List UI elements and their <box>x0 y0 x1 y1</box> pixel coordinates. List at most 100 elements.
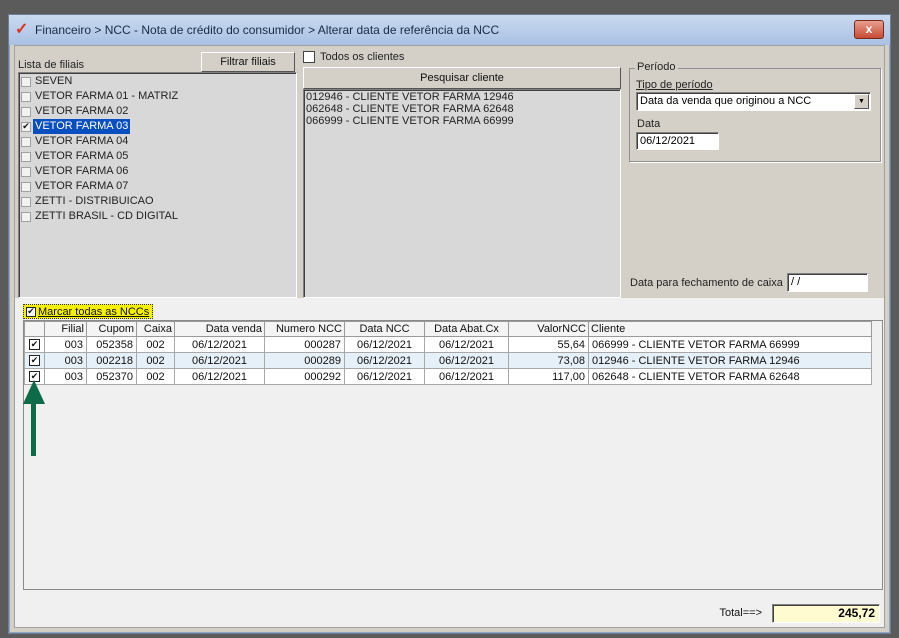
column-header[interactable]: Numero NCC <box>264 321 345 337</box>
data-input[interactable]: 06/12/2021 <box>636 132 719 150</box>
ncc-section: ✔ Marcar todas as NCCs Filial Cupom Caixa D… <box>15 298 884 627</box>
filial-checkbox[interactable] <box>21 211 31 222</box>
cell-numero-ncc: 000292 <box>264 368 345 385</box>
cell-data-abat: 06/12/2021 <box>424 352 509 369</box>
filiais-label: Lista de filiais <box>18 59 85 71</box>
filial-item[interactable]: VETOR FARMA 05 <box>19 149 296 164</box>
filial-checkbox[interactable] <box>21 91 31 102</box>
table-row[interactable]: ✔ 003 052358 002 06/12/2021 000287 06/12/2021 0… <box>24 336 872 353</box>
app-check-icon: ✓ <box>15 21 29 38</box>
cell-caixa: 002 <box>136 352 175 369</box>
mark-all-option[interactable]: ✔ Marcar todas as NCCs <box>23 304 154 319</box>
client-item[interactable]: 012946 - CLIENTE VETOR FARMA 12946 <box>304 91 620 103</box>
filial-label: VETOR FARMA 06 <box>35 165 129 177</box>
cell-cupom: 052370 <box>86 368 137 385</box>
close-button[interactable]: x <box>854 20 884 39</box>
clients-list[interactable]: 012946 - CLIENTE VETOR FARMA 12946 062648… <box>303 89 621 298</box>
filial-checkbox[interactable] <box>21 196 31 207</box>
column-header[interactable]: Data venda <box>174 321 265 337</box>
column-header[interactable]: Caixa <box>136 321 175 337</box>
filial-label: VETOR FARMA 04 <box>35 135 129 147</box>
filial-checkbox[interactable] <box>21 136 31 147</box>
filial-label: ZETTI BRASIL - CD DIGITAL <box>35 210 179 222</box>
cell-data-venda: 06/12/2021 <box>174 336 265 353</box>
cell-cupom: 052358 <box>86 336 137 353</box>
total-value: 245,72 <box>772 604 880 623</box>
up-arrow-icon <box>23 380 45 456</box>
periodo-title: Período <box>635 61 678 73</box>
filial-item[interactable]: VETOR FARMA 02 <box>19 104 296 119</box>
column-header[interactable]: Data NCC <box>344 321 425 337</box>
cell-caixa: 002 <box>136 368 175 385</box>
all-clients-label: Todos os clientes <box>320 51 405 63</box>
mark-all-checkbox[interactable]: ✔ <box>26 306 36 317</box>
column-header[interactable] <box>24 321 45 337</box>
filial-item[interactable]: VETOR FARMA 01 - MATRIZ <box>19 89 296 104</box>
column-header[interactable]: Cliente <box>588 321 872 337</box>
filial-checkbox[interactable]: ✔ <box>21 121 31 132</box>
filial-checkbox[interactable] <box>21 106 31 117</box>
column-header[interactable]: Cupom <box>86 321 137 337</box>
cell-cliente: 062648 - CLIENTE VETOR FARMA 62648 <box>588 368 872 385</box>
filial-item[interactable]: SEVEN <box>19 74 296 89</box>
cell-data-ncc: 06/12/2021 <box>344 352 425 369</box>
tipo-periodo-select[interactable]: Data da venda que originou a NCC ▼ <box>636 92 871 111</box>
filial-checkbox[interactable] <box>21 181 31 192</box>
all-clients-checkbox[interactable] <box>303 51 315 63</box>
filial-label: VETOR FARMA 05 <box>35 150 129 162</box>
mark-all-label: Marcar todas as NCCs <box>38 305 150 318</box>
title-bar[interactable]: ✓ Financeiro > NCC - Nota de crédito do … <box>9 15 890 45</box>
cell-filial: 003 <box>44 352 87 369</box>
cell-cliente: 066999 - CLIENTE VETOR FARMA 66999 <box>588 336 872 353</box>
client-item[interactable]: 062648 - CLIENTE VETOR FARMA 62648 <box>304 103 620 115</box>
column-header[interactable]: ValorNCC <box>508 321 589 337</box>
filial-label: VETOR FARMA 01 - MATRIZ <box>35 90 179 102</box>
filial-item[interactable]: VETOR FARMA 04 <box>19 134 296 149</box>
fechamento-input[interactable]: / / <box>787 273 868 292</box>
cell-valor: 117,00 <box>508 368 589 385</box>
column-header[interactable]: Filial <box>44 321 87 337</box>
filial-item[interactable]: ZETTI BRASIL - CD DIGITAL <box>19 209 296 224</box>
cell-cliente: 012946 - CLIENTE VETOR FARMA 12946 <box>588 352 872 369</box>
filial-item[interactable]: ✔ VETOR FARMA 03 <box>19 119 296 134</box>
row-checkbox[interactable]: ✔ <box>29 355 40 367</box>
row-select-cell[interactable]: ✔ <box>24 352 45 369</box>
table-row[interactable]: ✔ 003 052370 002 06/12/2021 000292 06/12/2021 0… <box>24 368 872 385</box>
window-client-area: Lista de filiais Filtrar filiais SEVEN VE… <box>14 45 885 628</box>
filial-checkbox[interactable] <box>21 76 31 87</box>
filter-filiais-button[interactable]: Filtrar filiais <box>201 52 295 72</box>
cell-cupom: 002218 <box>86 352 137 369</box>
fechamento-label: Data para fechamento de caixa <box>630 277 783 289</box>
filial-checkbox[interactable] <box>21 166 31 177</box>
tipo-periodo-value: Data da venda que originou a NCC <box>640 95 812 107</box>
filiais-list[interactable]: SEVEN VETOR FARMA 01 - MATRIZ VETOR FARMA … <box>18 72 297 298</box>
chevron-down-icon[interactable]: ▼ <box>854 94 869 109</box>
grid-header-row: Filial Cupom Caixa Data venda Numero NCC Data… <box>24 321 872 337</box>
filial-label: SEVEN <box>35 75 73 87</box>
filial-label: VETOR FARMA 03 <box>33 119 131 134</box>
filial-item[interactable]: VETOR FARMA 06 <box>19 164 296 179</box>
row-checkbox[interactable]: ✔ <box>29 339 40 351</box>
filial-checkbox[interactable] <box>21 151 31 162</box>
client-item[interactable]: 066999 - CLIENTE VETOR FARMA 66999 <box>304 115 620 127</box>
filial-item[interactable]: ZETTI - DISTRIBUICAO <box>19 194 296 209</box>
column-header[interactable]: Data Abat.Cx <box>424 321 509 337</box>
cell-data-ncc: 06/12/2021 <box>344 368 425 385</box>
cell-data-abat: 06/12/2021 <box>424 368 509 385</box>
cell-numero-ncc: 000289 <box>264 352 345 369</box>
arrow-shaft <box>31 402 36 456</box>
data-label: Data <box>637 118 661 130</box>
filial-item[interactable]: VETOR FARMA 07 <box>19 179 296 194</box>
search-client-button[interactable]: Pesquisar cliente <box>303 67 621 89</box>
all-clients-option[interactable]: Todos os clientes <box>303 51 404 63</box>
row-select-cell[interactable]: ✔ <box>24 336 45 353</box>
main-window: ✓ Financeiro > NCC - Nota de crédito do … <box>8 14 891 634</box>
table-row[interactable]: ✔ 003 002218 002 06/12/2021 000289 06/12/2021 0… <box>24 352 872 369</box>
arrow-head <box>23 380 45 404</box>
cell-data-venda: 06/12/2021 <box>174 368 265 385</box>
cell-filial: 003 <box>44 368 87 385</box>
ncc-grid[interactable]: Filial Cupom Caixa Data venda Numero NCC Data… <box>23 320 883 590</box>
cell-filial: 003 <box>44 336 87 353</box>
cell-caixa: 002 <box>136 336 175 353</box>
cell-numero-ncc: 000287 <box>264 336 345 353</box>
